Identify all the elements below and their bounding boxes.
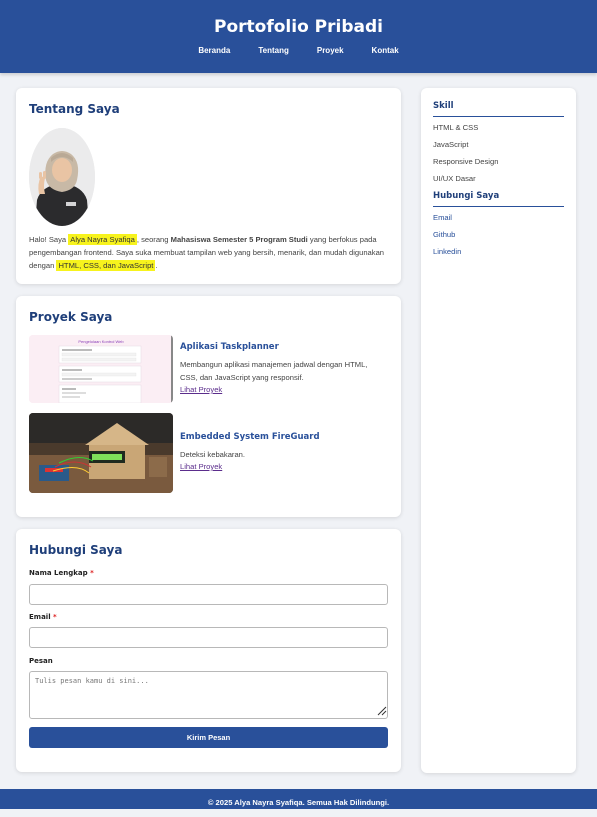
- project-link-taskplanner[interactable]: Lihat Proyek: [180, 384, 385, 395]
- site-footer: © 2025 Alya Nayra Syafiqa. Semua Hak Dil…: [0, 789, 597, 809]
- name-label-text: Nama Lengkap: [29, 569, 88, 577]
- nav-beranda[interactable]: Beranda: [198, 46, 230, 55]
- about-text-4: .: [155, 261, 158, 270]
- project-thumbnail-fireguard: [29, 413, 173, 493]
- about-text-1: Halo! Saya: [29, 235, 69, 244]
- about-title: Tentang Saya: [29, 102, 120, 116]
- highlight-name: Alya Nayra Syafiqa: [68, 234, 137, 245]
- contact-links: Email Github Linkedin: [433, 209, 564, 260]
- name-label: Nama Lengkap *: [29, 569, 94, 577]
- linkedin-link[interactable]: Linkedin: [433, 247, 461, 256]
- skill-list: HTML & CSS JavaScript Responsive Design …: [433, 119, 564, 187]
- sidebar: Skill HTML & CSS JavaScript Responsive D…: [421, 88, 576, 773]
- about-section: Tentang Saya Halo! Saya Alya Nayra Syafi…: [16, 88, 401, 284]
- email-label-text: Email: [29, 613, 51, 621]
- contact-title: Hubungi Saya: [29, 543, 123, 557]
- skill-heading: Skill: [433, 101, 564, 117]
- skill-item: JavaScript: [433, 140, 469, 149]
- project-card-taskplanner: Pengelolaan Kontrol Web Aplikasi Taskpla…: [29, 335, 389, 415]
- contact-link-item: Email: [433, 209, 564, 226]
- email-link[interactable]: Email: [433, 213, 452, 222]
- highlight-skills: HTML, CSS, dan JavaScript: [56, 260, 156, 271]
- contact-link-item: Linkedin: [433, 243, 564, 260]
- project-info-taskplanner: Aplikasi Taskplanner Membangun aplikasi …: [180, 342, 385, 395]
- email-label: Email *: [29, 613, 57, 621]
- message-field[interactable]: [29, 671, 388, 719]
- projects-title: Proyek Saya: [29, 310, 113, 324]
- project-card-fireguard: Embedded System FireGuard Deteksi kebaka…: [29, 413, 389, 493]
- submit-button[interactable]: Kirim Pesan: [29, 727, 388, 748]
- contact-heading: Hubungi Saya: [433, 191, 564, 207]
- resize-handle-icon[interactable]: [377, 706, 387, 716]
- about-text-2: , seorang: [136, 235, 171, 244]
- project-thumbnail-taskplanner: Pengelolaan Kontrol Web: [29, 335, 173, 403]
- projects-section: Proyek Saya Pengelolaan Kontrol Web Apli…: [16, 296, 401, 517]
- message-label: Pesan: [29, 657, 53, 665]
- project-title-taskplanner: Aplikasi Taskplanner: [180, 342, 279, 352]
- nav-proyek[interactable]: Proyek: [317, 46, 344, 55]
- main-nav: Beranda Tentang Proyek Kontak: [0, 46, 597, 55]
- skill-item: Responsive Design: [433, 157, 499, 166]
- nav-tentang[interactable]: Tentang: [258, 46, 289, 55]
- project-link-fireguard[interactable]: Lihat Proyek: [180, 461, 385, 472]
- name-field[interactable]: [29, 584, 388, 605]
- about-role: Mahasiswa Semester 5 Program Studi: [170, 235, 308, 244]
- site-header: Portofolio Pribadi Beranda Tentang Proye…: [0, 0, 597, 73]
- required-mark: *: [90, 569, 94, 577]
- project-info-fireguard: Embedded System FireGuard Deteksi kebaka…: [180, 432, 385, 472]
- site-title: Portofolio Pribadi: [214, 17, 383, 37]
- project-desc-fireguard: Deteksi kebakaran.: [180, 450, 246, 459]
- project-title-fireguard: Embedded System FireGuard: [180, 432, 320, 442]
- skill-item: HTML & CSS: [433, 123, 479, 132]
- contact-link-item: Github: [433, 226, 564, 243]
- nav-kontak[interactable]: Kontak: [372, 46, 399, 55]
- profile-photo: [29, 128, 95, 226]
- about-text: Halo! Saya Alya Nayra Syafiqa, seorang M…: [29, 233, 387, 272]
- contact-section: Hubungi Saya Nama Lengkap * Email * Pesa…: [16, 529, 401, 772]
- github-link[interactable]: Github: [433, 230, 455, 239]
- required-mark: *: [53, 613, 57, 621]
- skill-item: UI/UX Dasar: [433, 174, 476, 183]
- email-field[interactable]: [29, 627, 388, 648]
- svg-text:Pengelolaan Kontrol Web: Pengelolaan Kontrol Web: [78, 339, 124, 344]
- project-desc-taskplanner: Membangun aplikasi manajemen jadwal deng…: [180, 360, 368, 382]
